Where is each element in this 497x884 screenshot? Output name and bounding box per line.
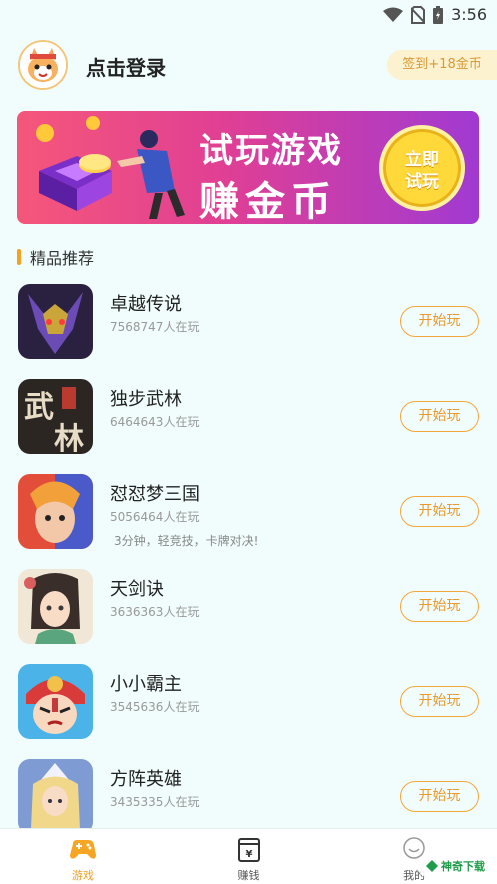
wifi-icon xyxy=(383,7,404,22)
try-now-label: 立即 试玩 xyxy=(405,150,439,192)
game-name: 天剑诀 xyxy=(110,579,164,600)
status-time: 3:56 xyxy=(451,5,487,24)
checkin-button[interactable]: 签到+18金币 xyxy=(387,50,497,80)
avatar[interactable] xyxy=(18,40,68,90)
svg-text:林: 林 xyxy=(54,422,84,454)
game-name: 独步武林 xyxy=(110,389,182,410)
no-sim-icon xyxy=(411,5,426,24)
game-player-count: 6464643人在玩 xyxy=(110,415,200,429)
banner-title: 试玩游戏 xyxy=(199,131,343,171)
promo-banner[interactable]: 试玩游戏 赚金币 立即 试玩 xyxy=(17,111,479,224)
dark-knight-icon xyxy=(18,284,93,359)
svg-text:¥: ¥ xyxy=(245,849,252,860)
status-icons: 3:56 xyxy=(383,5,487,24)
start-play-button[interactable]: 开始玩 xyxy=(400,496,479,527)
paladin-hero-icon xyxy=(18,759,93,834)
svg-text:武: 武 xyxy=(24,390,54,425)
cat-avatar-icon xyxy=(20,42,66,88)
login-link[interactable]: 点击登录 xyxy=(86,52,166,81)
game-name: 小小霸主 xyxy=(110,674,182,695)
try-now-coin[interactable]: 立即 试玩 xyxy=(379,125,465,211)
game-name: 方阵英雄 xyxy=(110,769,182,790)
game-player-count: 3435335人在玩 xyxy=(110,795,200,809)
status-bar: 3:56 xyxy=(0,0,497,28)
nav-tab-earn[interactable]: ¥ 赚钱 xyxy=(166,829,332,884)
game-item[interactable]: 怼怼梦三国 5056464人在玩 3分钟，轻竞技，卡牌对决! 开始玩 xyxy=(0,472,497,567)
watermark: 神奇下载 xyxy=(420,856,491,876)
wulin-calligraphy-icon: 武林 xyxy=(18,379,93,454)
watermark-text: 神奇下载 xyxy=(441,860,485,873)
opera-warrior-icon xyxy=(18,664,93,739)
gamepad-icon xyxy=(69,840,96,859)
game-list: 卓越传说 7568747人在玩 开始玩 武林 独步武林 6464643人在玩 开… xyxy=(0,282,497,852)
three-kingdoms-hero-icon xyxy=(18,474,93,549)
game-item[interactable]: 武林 独步武林 6464643人在玩 开始玩 xyxy=(0,377,497,472)
banner-illustration-icon xyxy=(36,116,185,219)
bottom-nav: 游戏 ¥ 赚钱 我的 神奇下载 xyxy=(0,828,497,884)
nav-tab-games[interactable]: 游戏 xyxy=(0,829,166,884)
game-item[interactable]: 小小霸主 3545636人在玩 开始玩 xyxy=(0,662,497,757)
start-play-button[interactable]: 开始玩 xyxy=(400,686,479,717)
swordswoman-icon xyxy=(18,569,93,644)
game-player-count: 3545636人在玩 xyxy=(110,700,200,714)
start-play-button[interactable]: 开始玩 xyxy=(400,306,479,337)
game-name: 卓越传说 xyxy=(110,294,182,315)
section-header: 精品推荐 xyxy=(17,247,95,268)
game-player-count: 3636363人在玩 xyxy=(110,605,200,619)
game-name: 怼怼梦三国 xyxy=(110,484,200,505)
battery-icon xyxy=(433,5,444,24)
game-player-count: 7568747人在玩 xyxy=(110,320,200,334)
header: 点击登录 签到+18金币 xyxy=(18,40,497,90)
nav-label: 游戏 xyxy=(71,869,94,882)
section-title: 精品推荐 xyxy=(30,249,95,268)
start-play-button[interactable]: 开始玩 xyxy=(400,401,479,432)
nav-label: 赚钱 xyxy=(237,869,260,882)
start-play-button[interactable]: 开始玩 xyxy=(400,591,479,622)
section-accent-bar xyxy=(17,249,21,265)
game-player-count: 5056464人在玩 xyxy=(110,510,200,524)
banner-subtitle: 赚金币 xyxy=(199,179,337,224)
game-item[interactable]: 卓越传说 7568747人在玩 开始玩 xyxy=(0,282,497,377)
wallet-icon: ¥ xyxy=(237,838,260,862)
watermark-logo-icon xyxy=(426,860,438,872)
game-description: 3分钟，轻竞技，卡牌对决! xyxy=(114,534,259,548)
game-item[interactable]: 天剑诀 3636363人在玩 开始玩 xyxy=(0,567,497,662)
start-play-button[interactable]: 开始玩 xyxy=(400,781,479,812)
